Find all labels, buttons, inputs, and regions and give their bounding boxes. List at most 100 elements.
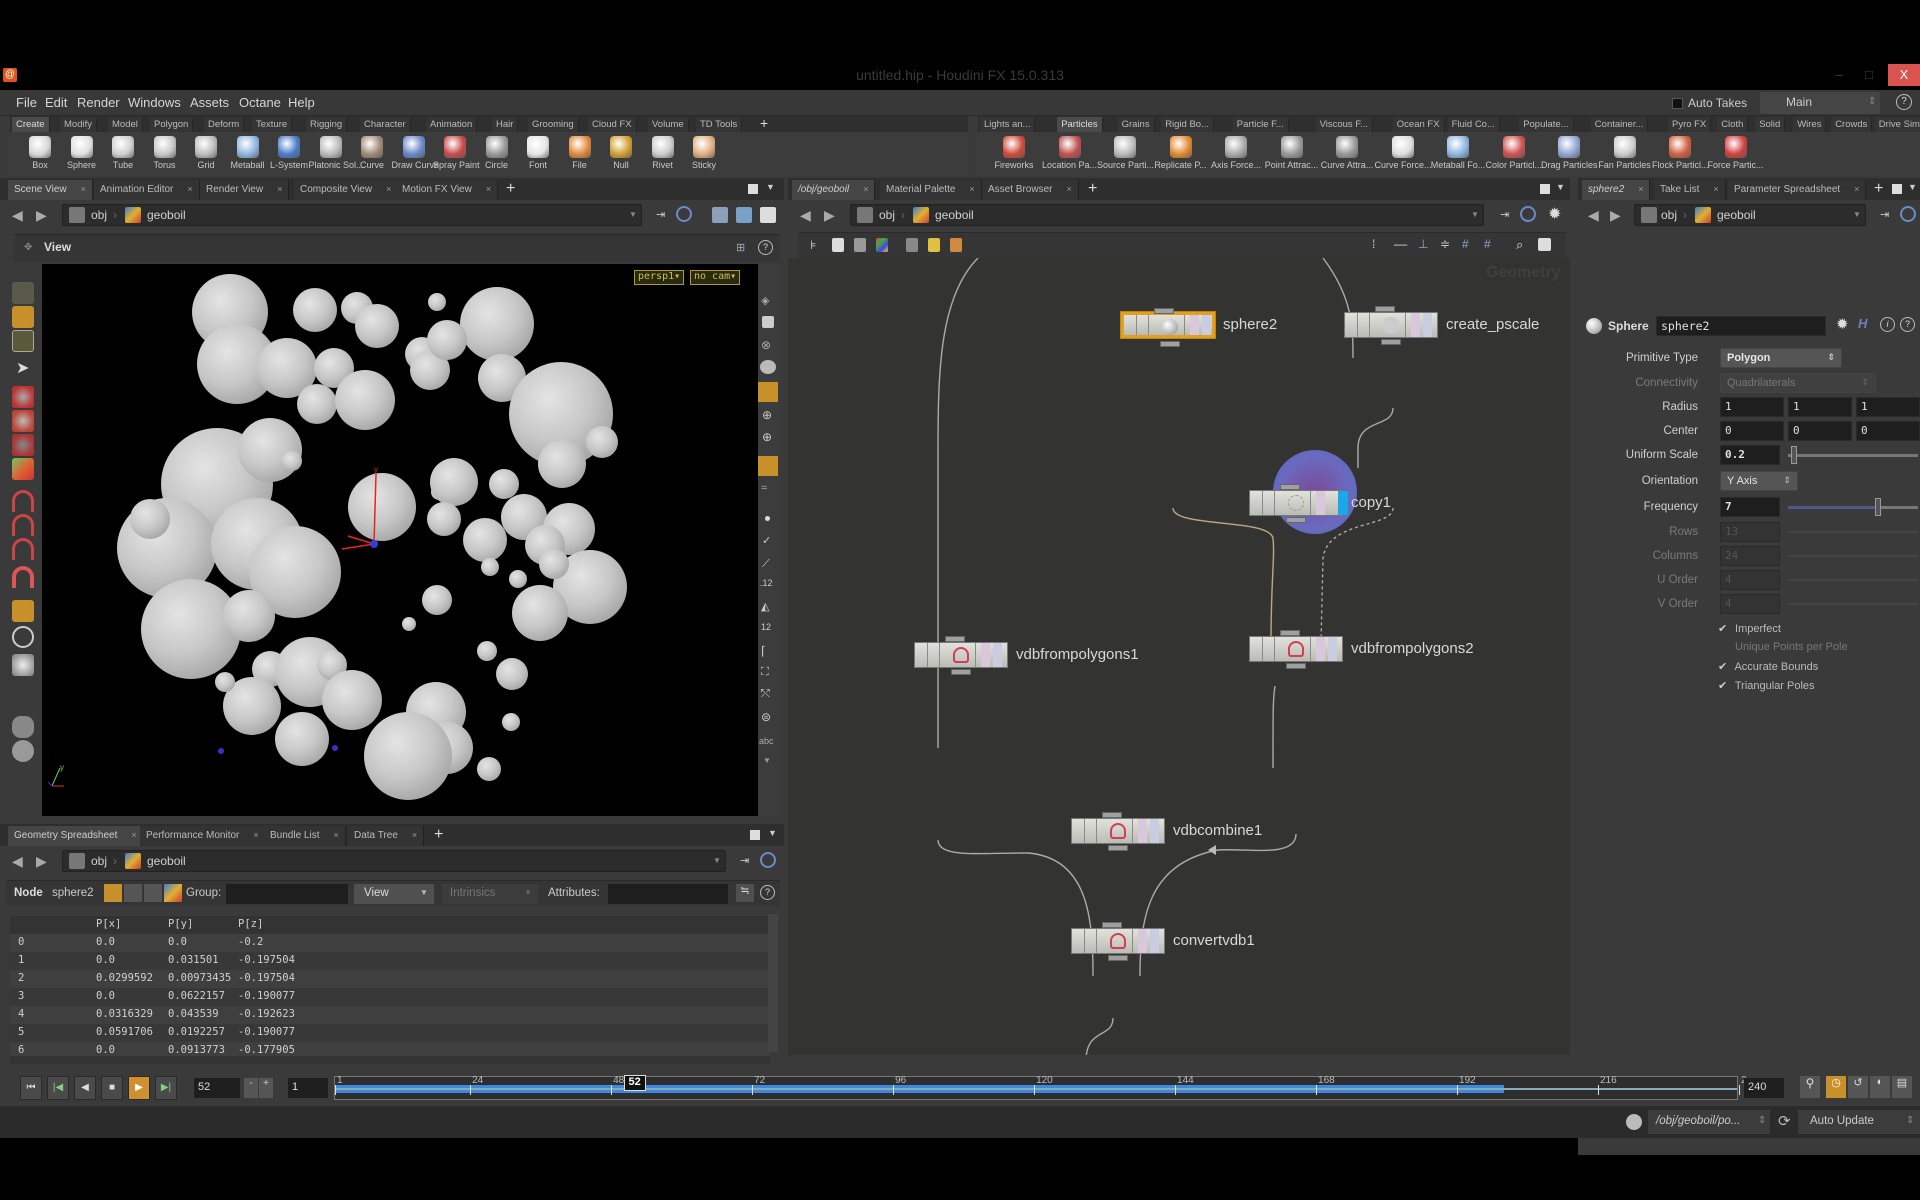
light-add-icon[interactable]: ⊕	[762, 430, 772, 444]
intrinsics-menu[interactable]: Intrinsics ▼	[442, 884, 538, 904]
table-row[interactable]: 2 0.0299592 0.00973435 -0.197504	[10, 970, 770, 988]
radius-y-field[interactable]: 1	[1788, 397, 1852, 417]
menu-help[interactable]: Help	[288, 95, 315, 110]
tab-composite-view[interactable]: Composite View ×	[294, 180, 399, 200]
vertices-mode-icon[interactable]	[124, 884, 142, 902]
snap-magnet-icon[interactable]	[12, 566, 34, 588]
wire[interactable]	[1139, 833, 1297, 977]
path-field[interactable]: obj › geoboil ▼	[1634, 204, 1866, 226]
close-tab-icon[interactable]: ×	[333, 830, 338, 840]
column-header[interactable]: P[y]	[168, 918, 193, 930]
close-tab-icon[interactable]: ×	[386, 184, 391, 194]
display-options-active-icon[interactable]	[758, 456, 778, 476]
toggle-accurate-bounds[interactable]: ✔ Accurate Bounds	[1718, 660, 1818, 673]
text-display-icon[interactable]: abc	[759, 736, 774, 746]
path-crumb-geoboil[interactable]: geoboil	[935, 208, 974, 222]
tab-sphere2[interactable]: sphere2 ×	[1582, 180, 1651, 200]
center-z-field[interactable]: 0	[1856, 421, 1920, 441]
column-options-icon[interactable]: ≒	[736, 884, 754, 902]
frame-decrement-button[interactable]: -	[244, 1078, 258, 1098]
output-port[interactable]	[1286, 663, 1306, 669]
bypass-flag[interactable]	[981, 643, 990, 667]
display-options-icon[interactable]	[712, 207, 728, 223]
center-y-field[interactable]: 0	[1788, 421, 1852, 441]
snapshot-icon[interactable]	[736, 207, 752, 223]
shelf-tab-particles[interactable]: Particles	[1057, 117, 1103, 132]
toggle-triangular-poles[interactable]: ✔ Triangular Poles	[1718, 679, 1815, 692]
pane-menu-icon[interactable]: ▼	[1556, 182, 1565, 192]
shelf-tool-drag-particles[interactable]: Drag Particles	[1541, 134, 1598, 174]
visualize-icon[interactable]: ≈	[761, 482, 767, 494]
camera-menu[interactable]: persp1▾	[634, 270, 685, 285]
tab-obj-geoboil[interactable]: /obj/geoboil ×	[792, 180, 876, 200]
shelf-tool-box[interactable]: Box	[18, 134, 62, 174]
no-cam-menu[interactable]: no cam▾	[690, 270, 741, 285]
menu-edit[interactable]: Edit	[45, 95, 67, 110]
view-menu[interactable]: View ▼	[354, 884, 434, 904]
select-arrow-icon[interactable]: ➤	[16, 358, 29, 378]
forward-arrow-icon[interactable]: ▶	[824, 207, 835, 224]
link-icon[interactable]	[1900, 206, 1916, 222]
shelf-tool-curve[interactable]: Curve	[350, 134, 394, 174]
path-crumb-obj[interactable]: obj	[91, 854, 107, 868]
tab-scene-view[interactable]: Scene View ×	[8, 180, 93, 200]
shelf-tool-location-pa[interactable]: Location Pa...	[1042, 134, 1098, 174]
rows-slider[interactable]	[1788, 531, 1918, 533]
horizontal-scrollbar[interactable]	[10, 1056, 770, 1064]
end-frame-field[interactable]: 240	[1744, 1078, 1784, 1098]
shelf-tool-file[interactable]: File	[558, 134, 602, 174]
add-tab-icon[interactable]: +	[506, 180, 515, 198]
close-tab-icon[interactable]: ×	[863, 184, 868, 194]
gear-icon[interactable]: ✹	[1548, 204, 1561, 224]
shelf-tab-container[interactable]: Container...	[1590, 117, 1649, 132]
hand-tool-icon[interactable]	[12, 716, 34, 738]
add-shelf-tab-icon[interactable]: +	[760, 115, 768, 131]
current-frame-marker[interactable]: 52	[623, 1075, 646, 1091]
snap-grid-icon[interactable]	[12, 490, 34, 512]
network-box-icon[interactable]	[906, 238, 918, 252]
input-port[interactable]	[1102, 812, 1122, 818]
toggle-imperfect[interactable]: ✔ Imperfect	[1718, 622, 1781, 635]
columns-slider[interactable]	[1788, 555, 1918, 557]
checkbox-checked-icon[interactable]: ✔	[1718, 660, 1732, 673]
close-tab-icon[interactable]: ×	[253, 830, 258, 840]
view-tool-icon[interactable]: ✥	[24, 242, 32, 253]
detail-mode-icon[interactable]	[164, 884, 182, 902]
refresh-icon[interactable]: ⟳	[1778, 1112, 1791, 1130]
tab-take-list[interactable]: Take List ×	[1654, 180, 1726, 200]
shelf-tab-model[interactable]: Model	[108, 117, 143, 132]
render-region-icon[interactable]	[12, 654, 34, 676]
bounding-box-icon[interactable]: ⛶	[761, 666, 769, 679]
shelf-tool-font[interactable]: Font	[516, 134, 560, 174]
bypass-flag[interactable]	[1411, 313, 1420, 337]
overlay-icon[interactable]: ⊜	[761, 710, 771, 724]
tab-motion-fx-view[interactable]: Motion FX View ×	[396, 180, 499, 200]
shelf-tab-solid[interactable]: Solid	[1755, 117, 1786, 132]
back-arrow-icon[interactable]: ◀	[800, 207, 811, 224]
shelf-tab-character[interactable]: Character	[360, 117, 411, 132]
thumbnail-view-icon[interactable]	[854, 238, 866, 252]
close-tab-icon[interactable]: ×	[969, 184, 974, 194]
move-tool-icon[interactable]	[12, 386, 34, 408]
key-icon[interactable]: ⚲	[1800, 1076, 1820, 1098]
shelf-tool-circle[interactable]: Circle	[475, 134, 519, 174]
viewer-help-icon[interactable]: ?	[758, 240, 773, 255]
y-axis-handle[interactable]	[373, 473, 377, 545]
help-icon[interactable]: ?	[1896, 94, 1912, 110]
wire[interactable]	[1322, 258, 1354, 359]
maximize-pane-icon[interactable]	[750, 830, 760, 840]
path-crumb-obj[interactable]: obj	[91, 208, 107, 222]
shelf-tool-curve-force[interactable]: Curve Force...	[1375, 134, 1432, 174]
shelf-tool-platonic-sol[interactable]: Platonic Sol...	[309, 134, 364, 174]
bypass-flag[interactable]	[1316, 491, 1325, 515]
shelf-tab-rigid-bo[interactable]: Rigid Bo...	[1161, 117, 1215, 132]
center-x-field[interactable]: 0	[1720, 421, 1784, 441]
node-vdbcombine1[interactable]	[1071, 812, 1165, 851]
rows-field[interactable]: 13	[1720, 522, 1780, 542]
list-view-icon[interactable]	[832, 238, 844, 252]
group-field[interactable]	[226, 884, 348, 904]
select-mode-geometry-icon[interactable]	[12, 306, 34, 328]
input-port[interactable]	[1280, 484, 1300, 490]
shelf-tab-lights-an[interactable]: Lights an...	[980, 117, 1036, 132]
shelf-tab-grains[interactable]: Grains	[1117, 117, 1155, 132]
